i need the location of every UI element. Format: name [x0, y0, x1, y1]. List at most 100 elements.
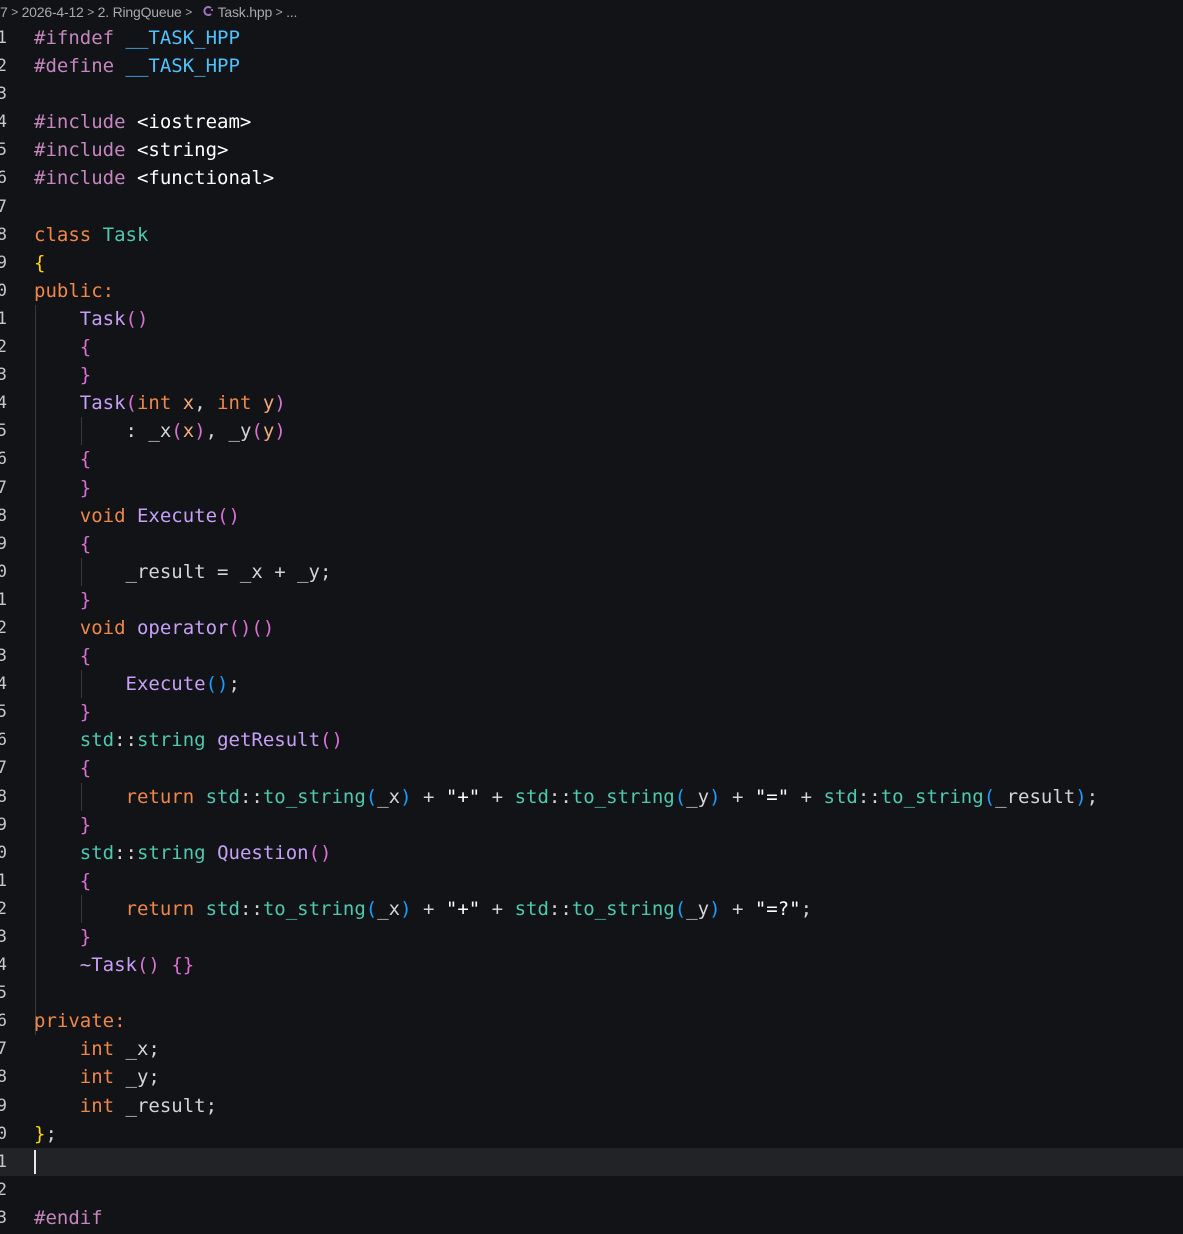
code-token: Task: [102, 223, 149, 246]
code-line[interactable]: 0 std::string Question(): [0, 838, 1183, 867]
code-token: (): [136, 954, 160, 977]
code-line[interactable]: 4 #include <iostream>: [0, 108, 1183, 136]
code-line[interactable]: 3 }: [0, 923, 1183, 952]
code-line[interactable]: 0};: [0, 1120, 1183, 1148]
code-token: ::: [114, 729, 137, 752]
code-token: {: [79, 336, 92, 359]
code-line[interactable]: 1 Task(): [0, 304, 1183, 334]
line-number: 7: [0, 758, 7, 779]
code-line[interactable]: 6 {: [0, 445, 1183, 474]
line-code: return std::to_string(_x) + "+" + std::t…: [34, 895, 813, 923]
code-token: std: [79, 729, 115, 752]
code-line[interactable]: 8 return std::to_string(_x) + "+" + std:…: [0, 782, 1183, 811]
line-number: 8: [0, 224, 7, 245]
line-number: 3: [0, 1207, 7, 1228]
code-token: std: [205, 785, 240, 808]
code-token: y: [262, 392, 275, 415]
code-token: getResult: [217, 729, 321, 752]
line-code: Execute();: [34, 670, 240, 698]
code-line[interactable]: 4 Task(int x, int y): [0, 389, 1183, 418]
code-line[interactable]: 8 int _y;: [0, 1063, 1183, 1091]
code-token: ;: [228, 673, 240, 696]
code-token: (: [171, 420, 183, 443]
code-line[interactable]: 6 #include <functional>: [0, 164, 1183, 192]
code-line[interactable]: 5: [0, 979, 1183, 1008]
code-token: }: [34, 1122, 46, 1145]
breadcrumb-item-symbols[interactable]: ...: [286, 4, 297, 20]
code-token: Task: [79, 392, 126, 415]
code-token: {: [34, 251, 46, 274]
code-line[interactable]: 7 int _x;: [0, 1035, 1183, 1063]
chevron-right-icon: >: [275, 5, 283, 19]
breadcrumb-item-file[interactable]: Task.hpp: [218, 4, 273, 20]
code-token: to_string: [571, 897, 675, 920]
code-line[interactable]: 9 {: [0, 529, 1183, 558]
code-line[interactable]: 2 {: [0, 333, 1183, 362]
code-line[interactable]: 6 std::string getResult(): [0, 726, 1183, 755]
code-token: ): [274, 420, 286, 443]
code-token: Task: [79, 307, 126, 330]
code-token: "=?": [754, 897, 801, 920]
line-number: 5: [0, 983, 7, 1004]
code-token: #include: [34, 111, 126, 134]
code-line[interactable]: 2 return std::to_string(_x) + "+" + std:…: [0, 894, 1183, 923]
line-number: 7: [0, 196, 7, 217]
code-line[interactable]: 2 #define __TASK_HPP: [0, 52, 1183, 80]
code-line[interactable]: 6 private:: [0, 1007, 1183, 1036]
code-line[interactable]: 1 #ifndef __TASK_HPP: [0, 24, 1183, 52]
code-line[interactable]: 5 #include <string>: [0, 136, 1183, 164]
code-line[interactable]: 8 void Execute(): [0, 501, 1183, 530]
line-number: 0: [0, 280, 7, 301]
code-line[interactable]: 9{: [0, 249, 1183, 277]
code-token: Execute: [136, 504, 218, 527]
code-line[interactable]: 3 #endif: [0, 1204, 1183, 1232]
code-line[interactable]: 2: [0, 1176, 1183, 1204]
code-token: ::: [239, 785, 263, 808]
code-line[interactable]: 1 }: [0, 585, 1183, 614]
code-line[interactable]: 1 {: [0, 866, 1183, 895]
code-line[interactable]: 7 }: [0, 473, 1183, 502]
code-line[interactable]: 7 {: [0, 754, 1183, 783]
code-line[interactable]: 3 {: [0, 642, 1183, 671]
code-token: ()(): [228, 616, 275, 639]
breadcrumb-item-date-folder[interactable]: 2026-4-12: [22, 4, 84, 20]
code-token: +: [720, 897, 755, 920]
code-line[interactable]: 9 }: [0, 810, 1183, 839]
code-editor[interactable]: 7 > 2026-4-12 > 2. RingQueue > Task.hpp …: [0, 0, 1183, 1234]
code-line[interactable]: 3: [0, 80, 1183, 108]
code-line[interactable]: 7: [0, 193, 1183, 221]
code-token: x: [182, 392, 195, 415]
code-token: }: [79, 813, 92, 836]
code-token: y: [262, 420, 275, 443]
line-code: void Execute(): [34, 502, 240, 530]
code-area[interactable]: 1 #ifndef __TASK_HPP 2 #define __TASK_HPP 3 4…: [0, 24, 1183, 1232]
code-token: #ifndef: [34, 27, 115, 49]
line-code: : _x(x), _y(y): [34, 417, 286, 445]
code-line[interactable]: 0 _result = _x + _y;: [0, 557, 1183, 586]
code-line[interactable]: 3 }: [0, 361, 1183, 390]
code-line[interactable]: 8 class Task: [0, 221, 1183, 249]
code-line[interactable]: 1: [0, 1147, 1183, 1176]
code-line[interactable]: 5 : _x(x), _y(y): [0, 417, 1183, 446]
code-line[interactable]: 2 void operator()(): [0, 613, 1183, 643]
code-line[interactable]: 4 Execute();: [0, 670, 1183, 699]
code-line[interactable]: 4 ~Task() {}: [0, 951, 1183, 980]
breadcrumb-item-ringqueue-folder[interactable]: 2. RingQueue: [98, 4, 182, 20]
code-line[interactable]: 5 }: [0, 698, 1183, 727]
breadcrumb-item-parent[interactable]: 7: [0, 4, 8, 20]
code-line[interactable]: 0 public:: [0, 277, 1183, 305]
code-line[interactable]: 9 int _result;: [0, 1092, 1183, 1120]
code-token: }: [79, 926, 92, 948]
code-token: int: [217, 392, 252, 415]
code-token: ~Task: [79, 954, 137, 977]
